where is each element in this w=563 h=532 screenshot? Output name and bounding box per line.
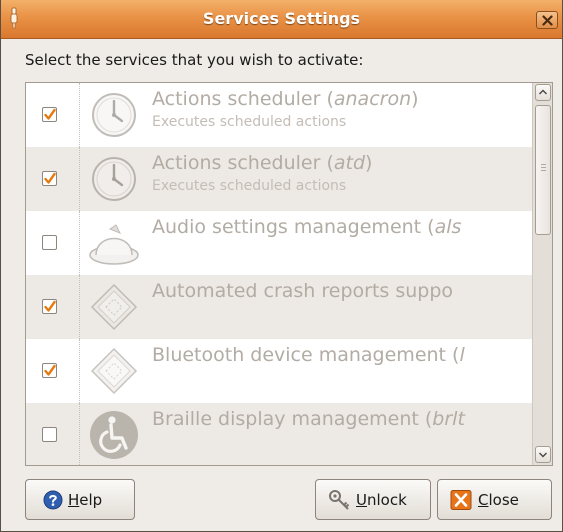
column-divider [79,147,80,211]
service-row[interactable]: Actions scheduler (anacron) Executes sche… [26,83,532,147]
thumb-grip-line [541,167,546,168]
accessibility-icon [86,407,142,463]
help-button[interactable]: Help [25,479,135,520]
services-rows: Actions scheduler (anacron) Executes sche… [26,83,532,465]
unlock-button-label: Unlock [356,491,407,509]
service-checkbox-checked[interactable] [42,363,57,378]
service-name: Audio settings management (als [152,216,462,238]
instruction-label: Select the services that you wish to act… [25,51,364,69]
service-checkbox-checked[interactable] [42,171,57,186]
column-divider [79,83,80,147]
scroll-down-button[interactable] [535,446,551,463]
window-title: Services Settings [202,9,361,28]
service-checkbox-checked[interactable] [42,107,57,122]
volume-knob-icon [86,215,142,271]
service-checkbox-unchecked[interactable] [42,235,57,250]
service-name: Actions scheduler (anacron) [152,88,419,110]
column-divider [79,275,80,339]
service-description: Executes scheduled actions [152,178,347,194]
checkmark-icon [44,364,56,376]
checkmark-icon [44,172,56,184]
service-row[interactable]: Automated crash reports suppo [26,275,532,339]
clock-icon [86,87,142,143]
service-checkbox-checked[interactable] [42,299,57,314]
service-description: Executes scheduled actions [152,114,347,130]
help-icon [43,490,63,510]
chevron-up-icon [539,89,547,95]
close-button[interactable]: Close [437,479,552,520]
column-divider [79,339,80,403]
thumb-grip-line [541,170,546,171]
service-name: Actions scheduler (atd) [152,152,373,174]
services-settings-window: Services Settings Select the services th… [0,0,563,532]
column-divider [79,211,80,275]
service-row[interactable]: Actions scheduler (atd) Executes schedule… [26,147,532,211]
service-checkbox-unchecked[interactable] [42,427,57,442]
keys-icon [329,490,350,510]
window-close-button[interactable] [536,11,558,29]
vertical-scrollbar[interactable] [532,83,552,465]
thumb-grip-line [541,164,546,165]
chevron-down-icon [539,452,547,458]
services-list[interactable]: Actions scheduler (anacron) Executes sche… [25,82,553,466]
service-row[interactable]: Bluetooth device management (l [26,339,532,403]
service-row[interactable]: Audio settings management (als [26,211,532,275]
service-name: Automated crash reports suppo [152,280,454,302]
unlock-button[interactable]: Unlock [315,479,431,520]
service-row[interactable]: Braille display management (brlt [26,403,532,465]
checkmark-icon [44,108,56,120]
title-bar[interactable]: Services Settings [1,0,562,39]
clock-icon [86,151,142,207]
generic-service-icon [86,343,142,399]
service-name: Braille display management (brlt [152,408,465,430]
checkmark-icon [44,300,56,312]
column-divider [79,403,80,465]
generic-service-icon [86,279,142,335]
close-button-label: Close [478,491,519,509]
scrollbar-thumb[interactable] [535,105,551,235]
close-x-icon [542,15,553,26]
service-name: Bluetooth device management (l [152,344,465,366]
help-button-label: Help [68,491,103,509]
close-icon [450,490,472,510]
scroll-up-button[interactable] [535,84,551,101]
